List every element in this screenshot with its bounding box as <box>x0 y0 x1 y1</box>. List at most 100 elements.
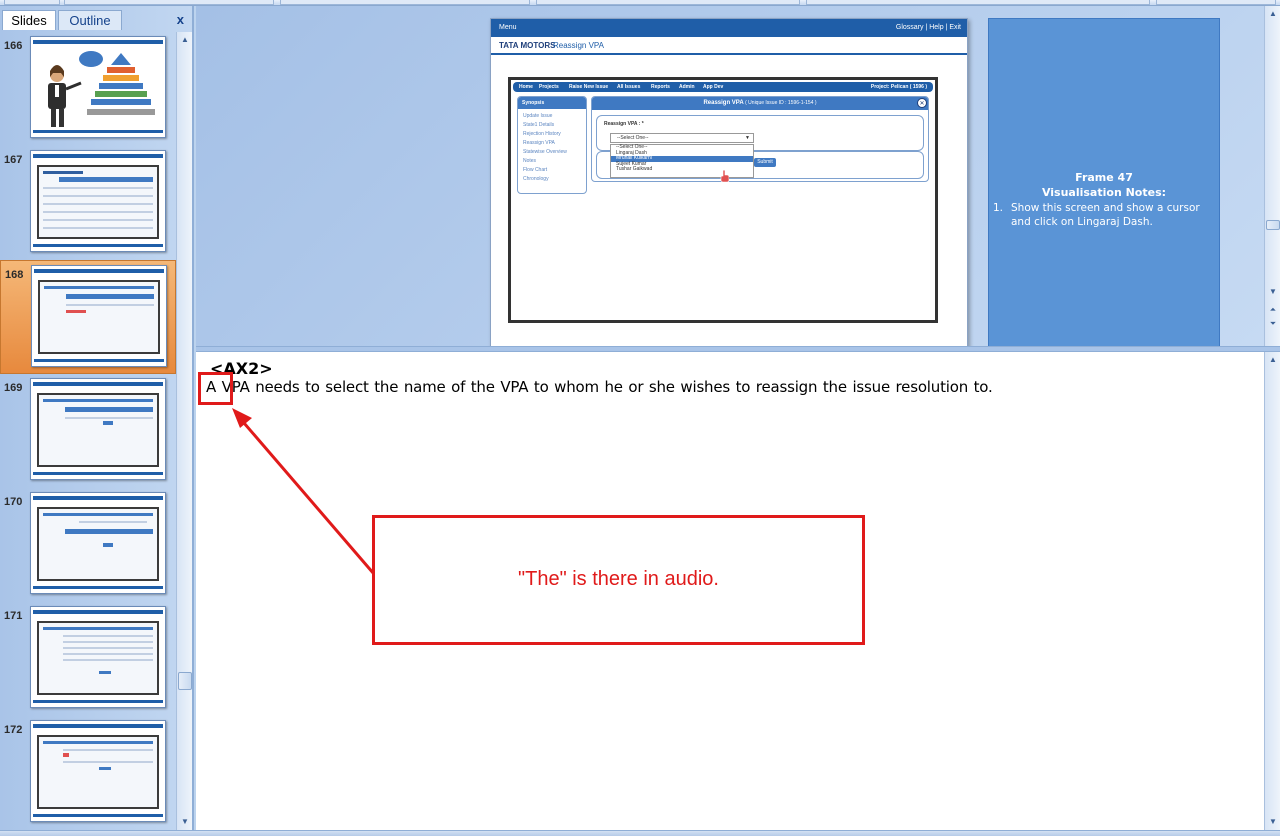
slide-thumbnail[interactable]: 166 <box>0 32 176 146</box>
chevron-down-icon: ▼ <box>745 135 750 141</box>
slide-thumbnail-selected[interactable]: 168 <box>0 260 176 374</box>
preview-bar <box>33 814 163 817</box>
preview-bar <box>33 154 163 158</box>
field-label: Reassign VPA : * <box>604 121 644 127</box>
synopsis-item: Update Issue <box>523 113 553 119</box>
preview-bar <box>33 472 163 475</box>
app-navbar: Home Projects Raise New Issue All Issues… <box>513 82 933 92</box>
pyramid-illustration <box>48 51 155 127</box>
previous-slide-icon[interactable]: ⏶ <box>1267 304 1279 316</box>
nav-item: All Issues <box>617 84 641 90</box>
visualisation-notes-box[interactable]: Frame 47 Visualisation Notes: 1. Show th… <box>988 18 1220 348</box>
preview-bar <box>33 586 163 589</box>
screen-title: Reassign VPA <box>553 41 604 50</box>
synopsis-item: Rejection History <box>523 131 561 137</box>
slide-thumbnail[interactable]: 169 <box>0 374 176 488</box>
ribbon-tab[interactable] <box>64 0 274 5</box>
notes-body-text: A VPA needs to select the name of the VP… <box>206 378 993 396</box>
preview-bar <box>34 269 164 273</box>
scroll-up-icon[interactable]: ▲ <box>179 34 191 46</box>
slide-number: 167 <box>4 154 23 166</box>
synopsis-item: Notes <box>523 158 537 164</box>
preview-bar <box>33 130 163 133</box>
slide-number: 172 <box>4 724 23 736</box>
menu-label: Menu <box>499 24 517 31</box>
annotation-highlight-box <box>198 372 233 405</box>
slide-number: 166 <box>4 40 23 52</box>
project-label: Project: Pelican ( 1596 ) <box>870 84 927 90</box>
preview-screen <box>38 280 160 354</box>
preview-screen <box>37 393 159 467</box>
nav-item: Home <box>519 84 533 90</box>
synopsis-item: Flow Chart <box>523 167 548 173</box>
slide-preview <box>30 492 166 594</box>
slide-scrollbar[interactable]: ▲ ▼ ⏶ ⏷ <box>1264 6 1280 348</box>
brand-logo: TATA MOTORS <box>499 41 556 50</box>
ribbon-tab[interactable] <box>536 0 800 5</box>
scrollbar-thumb[interactable] <box>178 672 192 690</box>
preview-screen <box>37 735 159 809</box>
preview-bar <box>33 610 163 614</box>
notes-pane[interactable]: <AX2> A VPA needs to select the name of … <box>196 352 1264 830</box>
ribbon-tab[interactable] <box>1156 0 1276 5</box>
preview-screen <box>37 507 159 581</box>
option: Tushar Gaikwad <box>616 166 653 172</box>
slide-editing-area: Menu Glossary | Help | Exit TATA MOTORS … <box>196 6 1264 348</box>
scroll-up-icon[interactable]: ▲ <box>1267 8 1279 20</box>
slide-preview <box>30 378 166 480</box>
dialog-title: Reassign VPA <box>703 100 744 106</box>
reassign-dialog: Reassign VPA ( Unique Issue ID : 1596-1-… <box>591 96 929 182</box>
synopsis-header: Synopsis <box>518 97 586 109</box>
slide-canvas[interactable]: Menu Glossary | Help | Exit TATA MOTORS … <box>490 18 968 348</box>
visualisation-note-item: 1. Show this screen and show a cursor an… <box>993 201 1209 229</box>
scroll-down-icon[interactable]: ▼ <box>179 816 191 828</box>
vpa-select: --Select One-- ▼ <box>610 133 754 143</box>
nav-item: Admin <box>679 84 695 90</box>
tab-outline[interactable]: Outline <box>58 10 122 30</box>
frame-label: Frame 47 <box>1075 171 1133 184</box>
annotation-callout: "The" is there in audio. <box>372 515 865 645</box>
slides-panel: Slides Outline x 166 167 168 169 170 171… <box>0 6 194 830</box>
slide-number: 170 <box>4 496 23 508</box>
slide-thumbnail[interactable]: 171 <box>0 602 176 716</box>
select-value: --Select One-- <box>617 135 649 141</box>
ribbon-tab[interactable] <box>4 0 60 5</box>
tab-slides[interactable]: Slides <box>2 10 56 30</box>
slide-thumbnail[interactable]: 172 <box>0 716 176 828</box>
synopsis-panel: Synopsis Update Issue State1 Details Rej… <box>517 96 587 194</box>
thumbnail-scrollbar[interactable]: ▲ ▼ <box>176 32 192 830</box>
slide-preview <box>30 36 166 138</box>
scroll-down-icon[interactable]: ▼ <box>1267 286 1279 298</box>
dialog-subtitle: ( Unique Issue ID : 1596-1-154 ) <box>745 100 817 106</box>
scroll-down-icon[interactable]: ▼ <box>1267 816 1279 828</box>
notes-scrollbar[interactable]: ▲ ▼ <box>1264 352 1280 830</box>
submit-button: Submit <box>754 158 776 167</box>
ribbon-tab[interactable] <box>280 0 530 5</box>
close-icon[interactable]: x <box>177 12 184 27</box>
powerpoint-window: Slides Outline x 166 167 168 169 170 171… <box>0 0 1280 836</box>
slide-thumbnail-list: 166 167 168 169 170 171 172 <box>0 32 176 828</box>
synopsis-item: Chronology <box>523 176 549 182</box>
preview-bar <box>33 244 163 247</box>
slide-preview <box>30 150 166 252</box>
slide-preview <box>31 265 167 367</box>
preview-bar <box>34 359 164 362</box>
status-bar <box>0 830 1280 836</box>
ribbon-tab[interactable] <box>806 0 1150 5</box>
scroll-up-icon[interactable]: ▲ <box>1267 354 1279 366</box>
panel-tabs: Slides Outline x <box>0 8 192 30</box>
preview-bar <box>33 724 163 728</box>
nav-item: Projects <box>539 84 559 90</box>
slide-preview <box>30 606 166 708</box>
preview-bar <box>33 382 163 386</box>
next-slide-icon[interactable]: ⏷ <box>1267 318 1279 330</box>
slide-thumbnail[interactable]: 170 <box>0 488 176 602</box>
vpa-options-list: --Select One-- Lingaraj Dash Mrunali Kul… <box>610 144 754 178</box>
slide-thumbnail[interactable]: 167 <box>0 146 176 260</box>
nav-item: Raise New Issue <box>569 84 609 90</box>
header-divider <box>491 53 967 55</box>
slide-number: 171 <box>4 610 23 622</box>
visualisation-heading: Visualisation Notes: <box>1041 186 1167 199</box>
preview-bar <box>33 700 163 703</box>
scrollbar-thumb[interactable] <box>1266 220 1280 230</box>
